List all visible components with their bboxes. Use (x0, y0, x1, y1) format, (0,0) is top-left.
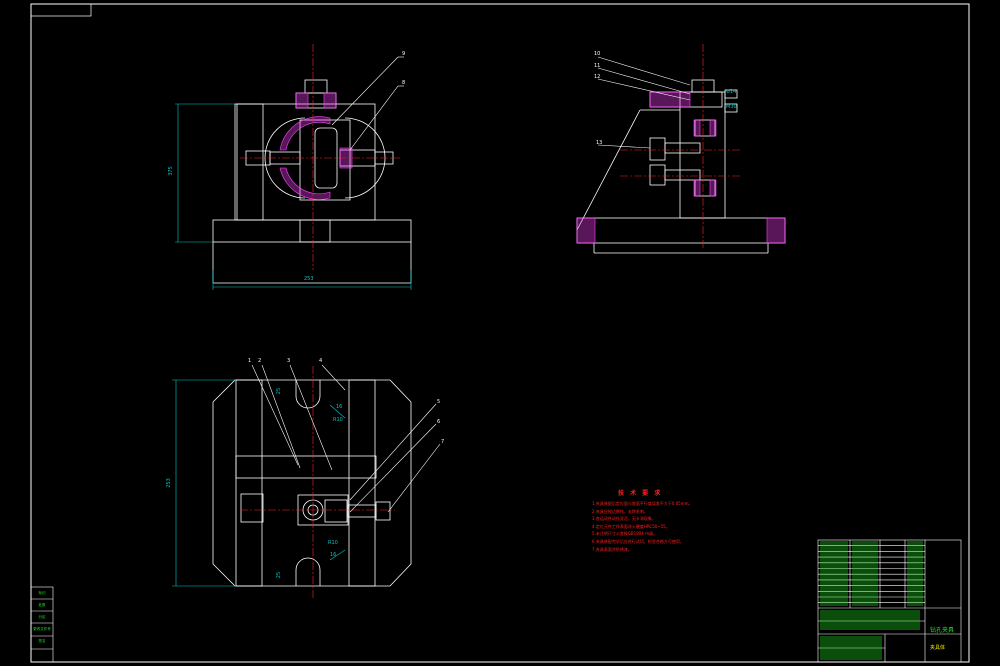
cad-drawing-canvas (30, 3, 970, 663)
tech-req-line: 3.各运动件动作灵活，无卡滞现象。 (592, 516, 656, 522)
top-view (212, 379, 412, 587)
tech-req-line: 7.夹具表面涂防锈漆。 (592, 546, 632, 552)
top-view-balloon-6: 6 (437, 419, 441, 425)
top-view-small-dim-2: 25 (276, 571, 283, 579)
side-view-balloon-11: 11 (594, 63, 601, 69)
revision-label: 签名 (38, 639, 46, 643)
top-view-small-dim-4: 16 (330, 552, 337, 558)
title-block-part-name: 钻孔夹具 (930, 627, 955, 634)
top-view-balloon-3: 3 (287, 358, 291, 364)
front-view-balloon-8: 8 (402, 80, 406, 86)
top-view-radius-lower: R10 (328, 540, 338, 546)
title-block-fill (820, 541, 923, 660)
tech-req-title: 技 术 要 求 (618, 490, 663, 497)
tech-req-line: 1.夹具装配后定位面与底面平行度误差不大于0.05mm。 (592, 501, 693, 506)
front-view-dim-height: 375 (167, 166, 174, 176)
top-view-small-dim-1: 25 (276, 387, 283, 395)
front-view (212, 79, 412, 284)
tech-req-line: 2.夹具应锐边倒钝，去除毛刺。 (592, 508, 648, 514)
revision-label: 分区 (38, 615, 46, 619)
side-view-label-m30: M30 (726, 104, 737, 110)
revision-label: 处数 (38, 603, 46, 607)
top-view-balloon-7: 7 (441, 439, 445, 445)
tech-req-line: 4.定位元件工作表面淬火硬度HRC50~55。 (592, 523, 670, 529)
top-view-balloon-2: 2 (258, 358, 262, 364)
side-view-label-phi14: Φ14 (726, 89, 737, 95)
title-block-sub-name: 夹具体 (930, 645, 946, 651)
side-view-balloon-13: 13 (596, 140, 603, 146)
tech-req-line: 5.未注明尺寸公差按GB1804-m级。 (592, 531, 658, 537)
side-view-balloon-12: 12 (594, 74, 601, 80)
revision-box-labels: 标记 处数 分区 更改文件号 签名 (31, 587, 53, 647)
top-view-small-dim-3: 16 (336, 404, 343, 410)
front-view-centerlines (240, 44, 400, 270)
technical-requirements: 技 术 要 求 1.夹具装配后定位面与底面平行度误差不大于0.05mm。 2.夹… (592, 488, 762, 553)
inner-tab (30, 3, 92, 17)
revision-label: 更改文件号 (33, 627, 51, 631)
side-view-hatch (576, 91, 786, 244)
top-view-dim-height: 253 (165, 478, 172, 488)
top-view-balloon-4: 4 (319, 358, 323, 364)
side-view-balloon-10: 10 (594, 51, 601, 57)
front-view-balloon-9: 9 (402, 51, 406, 57)
top-view-balloon-1: 1 (248, 358, 252, 364)
top-view-dimensions (172, 379, 346, 587)
front-view-hatch (279, 92, 353, 200)
front-view-leaders (331, 56, 404, 151)
front-view-dim-width: 253 (304, 276, 314, 282)
top-view-balloon-5: 5 (437, 399, 441, 405)
tech-req-line: 6.夹具装配完毕后应进行试切，检验合格方可使用。 (592, 538, 684, 544)
revision-label: 标记 (38, 591, 46, 595)
top-view-radius-upper: R10 (333, 417, 343, 423)
